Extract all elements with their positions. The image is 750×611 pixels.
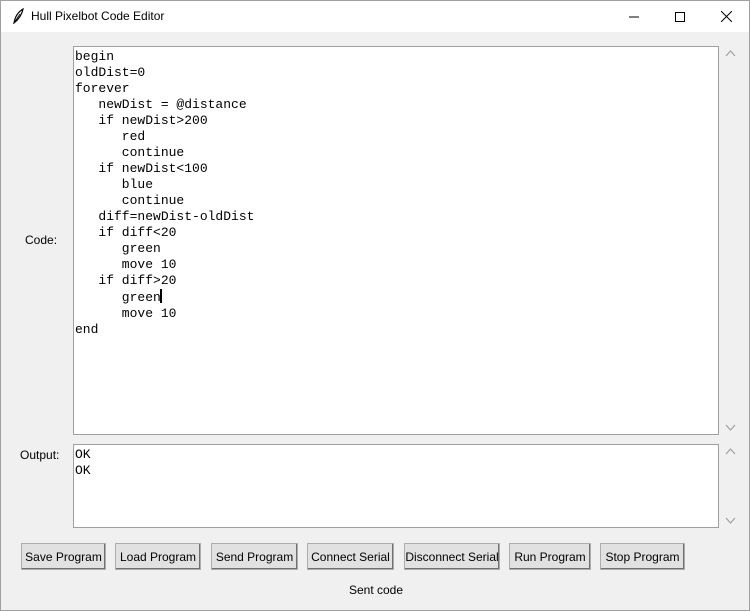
save-program-button[interactable]: Save Program: [21, 543, 106, 570]
disconnect-serial-button[interactable]: Disconnect Serial: [404, 543, 500, 570]
code-line[interactable]: blue: [75, 177, 717, 193]
close-button[interactable]: [703, 1, 749, 32]
output-line: OK: [75, 447, 91, 462]
load-program-button[interactable]: Load Program: [115, 543, 201, 570]
code-line[interactable]: green: [75, 241, 717, 257]
output-scrollbar[interactable]: [722, 443, 739, 529]
code-line[interactable]: end: [75, 322, 717, 338]
code-line[interactable]: if diff<20: [75, 225, 717, 241]
output-label: Output:: [20, 448, 60, 462]
close-icon: [720, 11, 732, 22]
code-line[interactable]: begin: [75, 49, 717, 65]
send-program-button[interactable]: Send Program: [211, 543, 298, 570]
maximize-icon: [675, 11, 685, 22]
scroll-up-icon[interactable]: [725, 446, 736, 457]
code-line[interactable]: newDist = @distance: [75, 97, 717, 113]
title-bar[interactable]: Hull Pixelbot Code Editor: [1, 1, 749, 32]
output-box[interactable]: OK OK: [73, 444, 719, 528]
code-label: Code:: [25, 233, 58, 247]
code-line[interactable]: continue: [75, 145, 717, 161]
run-program-button[interactable]: Run Program: [509, 543, 591, 570]
status-text: Sent code: [348, 583, 404, 597]
code-line[interactable]: oldDist=0: [75, 65, 717, 81]
code-line[interactable]: if newDist<100: [75, 161, 717, 177]
code-line[interactable]: if newDist>200: [75, 113, 717, 129]
code-scrollbar[interactable]: [722, 45, 739, 436]
code-line[interactable]: green: [75, 289, 717, 306]
code-editor[interactable]: begin oldDist=0 forever newDist = @distanc…: [73, 46, 719, 435]
code-line[interactable]: red: [75, 129, 717, 145]
output-text: OK OK: [74, 445, 718, 481]
window-title: Hull Pixelbot Code Editor: [31, 9, 165, 23]
code-line[interactable]: continue: [75, 193, 717, 209]
code-line[interactable]: move 10: [75, 306, 717, 322]
code-line[interactable]: forever: [75, 81, 717, 97]
output-line: OK: [75, 463, 91, 478]
code-text[interactable]: begin oldDist=0 forever newDist = @distanc…: [74, 47, 718, 340]
connect-serial-button[interactable]: Connect Serial: [307, 543, 394, 570]
code-line[interactable]: if diff>20: [75, 273, 717, 289]
maximize-button[interactable]: [657, 1, 703, 32]
code-line[interactable]: move 10: [75, 257, 717, 273]
minimize-icon: [629, 16, 639, 17]
feather-icon: [13, 8, 24, 24]
minimize-button[interactable]: [611, 1, 657, 32]
scroll-down-icon[interactable]: [725, 515, 736, 526]
stop-program-button[interactable]: Stop Program: [600, 543, 685, 570]
code-line[interactable]: diff=newDist-oldDist: [75, 209, 717, 225]
app-window: Hull Pixelbot Code Editor Code: Output: …: [0, 0, 750, 611]
scroll-up-icon[interactable]: [725, 48, 736, 59]
scroll-down-icon[interactable]: [725, 422, 736, 433]
text-caret: [159, 289, 162, 303]
